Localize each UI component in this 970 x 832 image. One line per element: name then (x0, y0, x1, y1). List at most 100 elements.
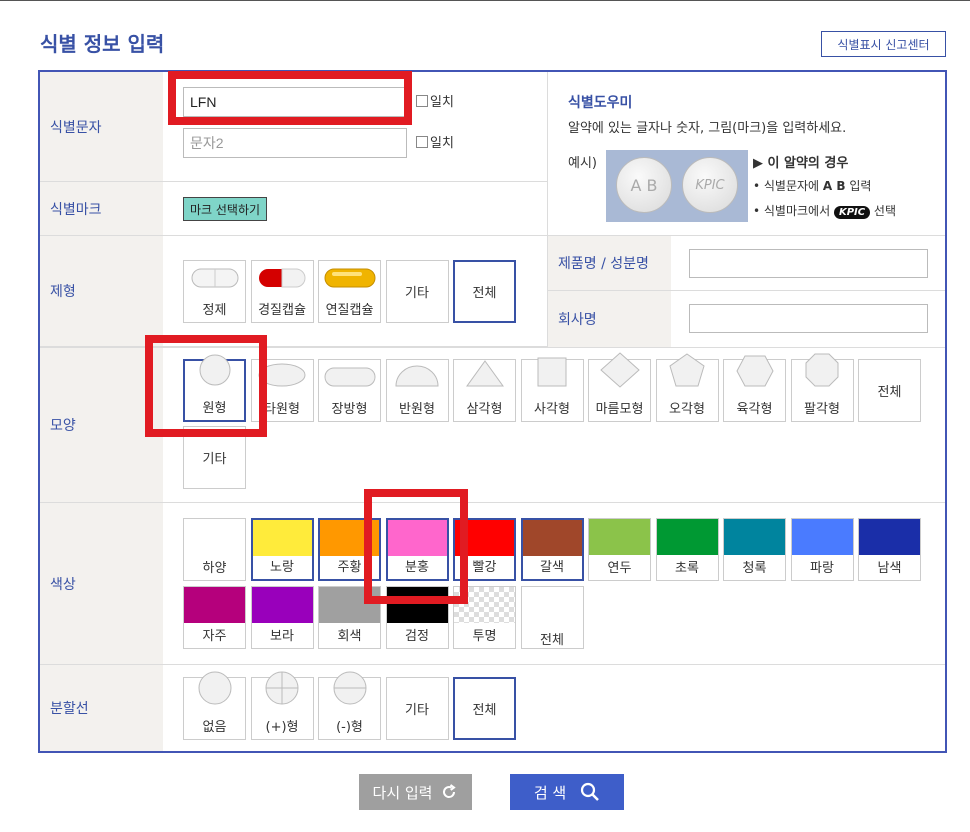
scores-option[interactable]: 기타 (385, 677, 449, 740)
forms-option-label: 정제 (202, 303, 227, 318)
company-input[interactable] (689, 304, 928, 333)
scores-option-label: (+)형 (265, 720, 299, 735)
shapes-option[interactable]: 마름모형 (588, 352, 651, 422)
forms-option[interactable]: 전체 (453, 260, 516, 323)
search-icon (581, 782, 600, 801)
row-label: 색상 (40, 503, 163, 664)
shapes-option-label: 타원형 (264, 402, 300, 417)
color-swatch (184, 587, 245, 623)
scores-option[interactable]: 전체 (453, 677, 516, 740)
colors-option[interactable]: 연두 (588, 518, 651, 581)
color-swatch (319, 587, 380, 623)
kpic-mark-icon: KPIC (833, 206, 871, 219)
shapes-option[interactable]: 반원형 (385, 359, 449, 422)
refresh-icon (443, 784, 457, 798)
color-swatch (386, 587, 448, 623)
ident-char-input-1[interactable] (183, 87, 407, 117)
shapes-option[interactable]: 팔각형 (790, 353, 854, 422)
scores-option[interactable]: 없음 (183, 671, 246, 740)
company-label: 회사명 (548, 291, 671, 347)
exact-match-2[interactable]: 일치 (416, 132, 454, 151)
shapes-option[interactable]: 사각형 (520, 357, 584, 422)
colors-option[interactable]: 초록 (655, 518, 719, 581)
oblong-icon (324, 366, 376, 392)
color-swatch (724, 519, 785, 555)
scores-option-label: 전체 (472, 703, 497, 718)
colors-option-label: 하양 (202, 561, 227, 576)
checkbox[interactable] (416, 94, 428, 107)
colors-option[interactable]: 검정 (385, 586, 449, 649)
colors-option-label: 노랑 (270, 560, 294, 575)
colors-option[interactable]: 하양 (183, 518, 246, 581)
forms-option[interactable]: 기타 (385, 260, 449, 323)
colors-option[interactable]: 회색 (318, 586, 381, 649)
colors-option[interactable]: 자주 (183, 586, 246, 649)
exact-match-1[interactable]: 일치 (416, 91, 454, 110)
shapes-option-label: 기타 (202, 452, 227, 467)
colors-option[interactable]: 주황 (318, 518, 381, 581)
report-center-button[interactable]: 식별표시 신고센터 (821, 31, 946, 57)
shapes-option-label: 사각형 (534, 402, 570, 417)
colors-option[interactable]: 전체 (520, 586, 584, 649)
forms-option[interactable]: 정제 (183, 260, 246, 323)
shapes-option-label: 마름모형 (595, 402, 644, 417)
colors-option-label: 주황 (337, 560, 362, 575)
colors-option[interactable]: 분홍 (385, 518, 449, 581)
reset-button[interactable]: 다시 입력 (359, 774, 472, 810)
color-swatch (859, 519, 920, 555)
colors-option-label: 갈색 (540, 560, 564, 575)
helper-bullet-2: • 식별마크에서 KPIC 선택 (753, 204, 896, 219)
soft-capsule-icon (324, 267, 376, 293)
search-button[interactable]: 검 색 (510, 774, 624, 810)
shapes-option[interactable]: 육각형 (723, 355, 786, 422)
colors-option-label: 청록 (742, 561, 767, 576)
shapes-option[interactable]: 삼각형 (453, 359, 516, 422)
forms-option[interactable]: 연질캡슐 (318, 260, 381, 323)
colors-option-label: 회색 (337, 629, 362, 644)
mark-select-button[interactable]: 마크 선택하기 (183, 197, 268, 221)
ident-char-input-2[interactable] (183, 128, 407, 158)
shapes-option[interactable]: 타원형 (250, 359, 314, 422)
checkbox[interactable] (416, 135, 428, 148)
color-swatch (252, 520, 312, 556)
shapes-option[interactable]: 오각형 (655, 353, 719, 422)
colors-option-label: 자주 (202, 629, 227, 644)
forms-option-label: 전체 (472, 286, 497, 301)
shapes-option-label: 전체 (877, 385, 902, 400)
no-score-icon (197, 670, 233, 710)
shapes-option-label: 삼각형 (466, 402, 503, 417)
forms-option-label: 기타 (405, 286, 429, 301)
shapes-option[interactable]: 전체 (858, 359, 921, 422)
colors-option-label: 연두 (607, 561, 632, 576)
shapes-option[interactable]: 원형 (183, 354, 246, 422)
color-swatch (184, 519, 245, 555)
colors-option[interactable]: 남색 (858, 518, 921, 581)
colors-option-label: 투명 (472, 629, 497, 644)
circle-icon (198, 353, 232, 391)
colors-option[interactable]: 투명 (453, 586, 516, 649)
shapes-option[interactable]: 장방형 (318, 359, 381, 422)
colors-option-label: 파랑 (810, 561, 834, 576)
colors-option[interactable]: 갈색 (520, 518, 584, 581)
octagon-icon (804, 352, 840, 392)
scores-option-label: 기타 (405, 703, 429, 718)
shapes-option-label: 장방형 (331, 402, 368, 417)
forms-option-label: 연질캡슐 (325, 303, 374, 318)
forms-option[interactable]: 경질캡슐 (250, 260, 314, 323)
minus-score-icon (332, 670, 368, 710)
colors-option[interactable]: 파랑 (790, 518, 854, 581)
triangle-icon (465, 358, 505, 392)
colors-option[interactable]: 노랑 (250, 518, 314, 581)
scores-option[interactable]: (-)형 (318, 671, 381, 740)
row-ident-char: 식별문자 일치 일치 (40, 72, 547, 182)
scores-option[interactable]: (+)형 (250, 671, 314, 740)
colors-option[interactable]: 보라 (250, 586, 314, 649)
page-title: 식별 정보 입력 (40, 32, 165, 56)
shapes-option-label: 육각형 (736, 402, 773, 417)
shapes-option[interactable]: 기타 (183, 426, 246, 489)
colors-option[interactable]: 청록 (723, 518, 786, 581)
product-input[interactable] (689, 249, 928, 278)
colors-option[interactable]: 빨강 (453, 518, 516, 581)
helper-desc: 알약에 있는 글자나 숫자, 그림(마크)을 입력하세요. (568, 121, 847, 136)
row-label: 식별문자 (40, 72, 163, 181)
